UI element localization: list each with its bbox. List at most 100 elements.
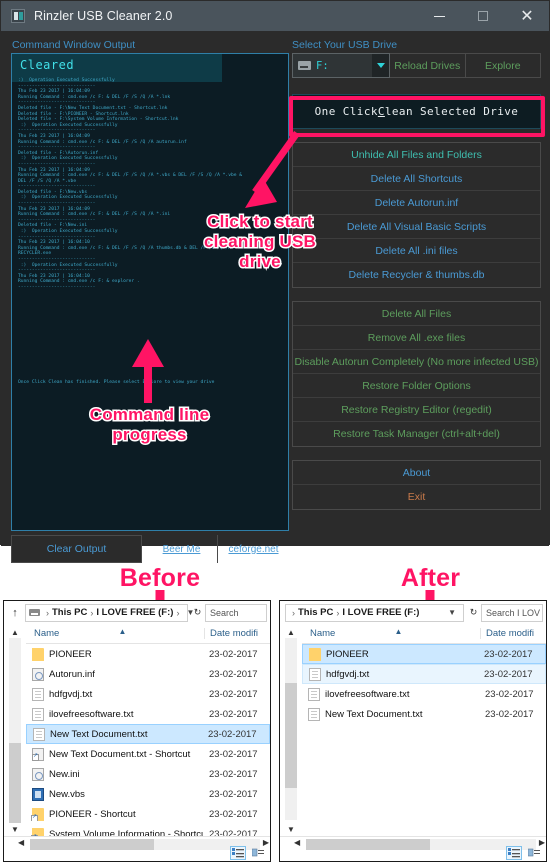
restore-task-manager-button[interactable]: Restore Task Manager (ctrl+alt+del) (293, 422, 540, 446)
nav-scroll-down-icon[interactable]: ▼ (280, 821, 302, 834)
crumb-sep-2: › (176, 607, 180, 618)
search-input-after[interactable]: Search I LOV (481, 603, 543, 622)
hscroll-thumb[interactable] (306, 839, 430, 850)
delete-all-files-button[interactable]: Delete All Files (293, 302, 540, 326)
column-header-date[interactable]: Date modifi (204, 628, 270, 639)
delete-autorun-inf-button[interactable]: Delete Autorun.inf (293, 191, 540, 215)
text-file-icon (33, 727, 45, 741)
details-view-icon[interactable] (506, 846, 522, 860)
column-header-name[interactable]: Name ▲ (302, 627, 480, 639)
table-row[interactable]: PIONEER 23-02-2017 (302, 644, 546, 664)
refresh-icon[interactable]: ↻ (466, 605, 481, 621)
clear-output-button[interactable]: Clear Output (11, 535, 142, 563)
annotation-click-to-start: Click to start cleaning USB drive (190, 211, 330, 273)
table-row[interactable]: Autorun.inf 23-02-2017 (26, 664, 270, 684)
chevron-down-icon[interactable] (372, 54, 389, 77)
nav-scroll-up-icon[interactable]: ▲ (4, 624, 26, 637)
horizontal-scrollbar-after[interactable] (306, 839, 536, 850)
file-name-cell: ilovefreesoftware.txt (302, 687, 480, 701)
up-arrow-icon[interactable]: ↑ (7, 605, 23, 621)
table-row[interactable]: New.ini 23-02-2017 (26, 764, 270, 784)
reload-drives-button[interactable]: Reload Drives (390, 53, 466, 78)
file-name-text: PIONEER - Shortcut (49, 808, 136, 820)
view-mode-icons-before (230, 846, 266, 860)
nav-scrollbar-after[interactable]: ▲ ▼ (280, 624, 302, 836)
close-button[interactable]: ✕ (505, 1, 549, 31)
table-row[interactable]: ilovefreesoftware.txt 23-02-2017 (26, 704, 270, 724)
about-button[interactable]: About (293, 461, 540, 485)
vbs-file-icon (32, 787, 44, 801)
maximize-button[interactable] (461, 1, 505, 31)
explorer-window-after: › This PC › I LOVE FREE (F:) ▼ ↻ Search … (279, 600, 547, 862)
chevron-down-icon[interactable]: ▼ (444, 608, 460, 617)
exit-button[interactable]: Exit (293, 485, 540, 509)
nav-scroll-up-icon[interactable]: ▲ (280, 624, 302, 637)
table-row[interactable]: New Text Document.txt 23-02-2017 (302, 704, 546, 724)
table-row[interactable]: PIONEER - Shortcut 23-02-2017 (26, 804, 270, 824)
table-row[interactable]: PIONEER 23-02-2017 (26, 644, 270, 664)
table-row[interactable]: New Text Document.txt - Shortcut 23-02-2… (26, 744, 270, 764)
window-title: Rinzler USB Cleaner 2.0 (34, 9, 173, 23)
table-row[interactable]: ilovefreesoftware.txt 23-02-2017 (302, 684, 546, 704)
file-name-cell: New.vbs (26, 787, 204, 801)
one-click-post: lean Selected Drive (384, 105, 519, 118)
app-window: Rinzler USB Cleaner 2.0 ✕ Command Window… (0, 0, 550, 563)
address-field-after[interactable]: › This PC › I LOVE FREE (F:) ▼ (285, 603, 464, 622)
command-output-console[interactable]: Cleared :) Operation Executed Successful… (11, 53, 289, 531)
details-view-icon[interactable] (230, 846, 246, 860)
breadcrumb-drive[interactable]: I LOVE FREE (F:) (342, 607, 419, 618)
delete-vbs-button[interactable]: Delete All Visual Basic Scripts (293, 215, 540, 239)
breadcrumb-drive[interactable]: I LOVE FREE (F:) (96, 607, 173, 618)
address-field-before[interactable]: › This PC › I LOVE FREE (F:) › ▼ (25, 603, 194, 622)
delete-recycler-thumbs-button[interactable]: Delete Recycler & thumbs.db (293, 263, 540, 287)
sourceforge-link[interactable]: ceforge.net (228, 544, 278, 555)
explorer-after-address-bar: › This PC › I LOVE FREE (F:) ▼ ↻ Search … (280, 601, 546, 624)
beer-me-cell[interactable]: Beer Me (146, 535, 217, 563)
minimize-button[interactable] (417, 1, 461, 31)
table-row[interactable]: New Text Document.txt 23-02-2017 (26, 724, 270, 744)
hscroll-thumb[interactable] (30, 839, 154, 850)
file-date-cell: 23-02-2017 (209, 708, 258, 720)
explore-button[interactable]: Explore (465, 53, 541, 78)
drive-label: Select Your USB Drive (292, 39, 398, 51)
one-click-clean-button[interactable]: One Click Clean Selected Drive (292, 94, 541, 129)
delete-all-shortcuts-button[interactable]: Delete All Shortcuts (293, 167, 540, 191)
nav-scroll-thumb[interactable] (285, 683, 297, 788)
file-name-cell: PIONEER - Shortcut (26, 807, 204, 821)
usb-drive-select[interactable]: F: (292, 53, 390, 78)
usb-drive-icon (298, 61, 311, 70)
nav-scrollbar-before[interactable]: ▲ ▼ (4, 624, 26, 836)
nav-scroll-track[interactable] (285, 638, 297, 820)
nav-scroll-down-icon[interactable]: ▼ (4, 821, 26, 834)
hscroll-left-icon[interactable]: ◀ (294, 838, 300, 847)
beer-me-link[interactable]: Beer Me (163, 544, 201, 555)
restore-registry-editor-button[interactable]: Restore Registry Editor (regedit) (293, 398, 540, 422)
column-header-date[interactable]: Date modifi (480, 628, 546, 639)
table-row[interactable]: hdfgvdj.txt 23-02-2017 (302, 664, 546, 684)
explorer-before-main: ▲ ▼ Name ▲ Date modifi PIONEER 23-02-201… (4, 624, 270, 841)
table-row[interactable]: New.vbs 23-02-2017 (26, 784, 270, 804)
breadcrumb-this-pc[interactable]: This PC (52, 607, 87, 618)
table-row[interactable]: hdfgvdj.txt 23-02-2017 (26, 684, 270, 704)
nav-scroll-track[interactable] (9, 638, 21, 823)
disable-autorun-button[interactable]: Disable Autorun Completely (No more infe… (293, 350, 540, 374)
restore-folder-options-button[interactable]: Restore Folder Options (293, 374, 540, 398)
horizontal-scrollbar-before[interactable] (30, 839, 260, 850)
remove-exe-files-button[interactable]: Remove All .exe files (293, 326, 540, 350)
refresh-icon[interactable]: ↻ (190, 605, 205, 621)
sourceforge-cell[interactable]: ceforge.net (217, 535, 289, 563)
nav-scroll-thumb[interactable] (9, 743, 21, 823)
crumb-sep-0: › (46, 607, 49, 618)
large-icons-view-icon[interactable] (250, 846, 266, 860)
delete-ini-button[interactable]: Delete All .ini files (293, 239, 540, 263)
column-header-name[interactable]: Name ▲ (26, 627, 204, 639)
large-icons-view-icon[interactable] (526, 846, 542, 860)
hscroll-left-icon[interactable]: ◀ (18, 838, 24, 847)
unhide-all-files-button[interactable]: Unhide All Files and Folders (293, 143, 540, 167)
drive-icon (29, 609, 40, 616)
breadcrumb-this-pc[interactable]: This PC (298, 607, 333, 618)
drive-selected-value: F: (316, 59, 329, 72)
sort-ascending-icon: ▲ (394, 627, 403, 636)
text-file-icon (308, 687, 320, 701)
search-input-before[interactable]: Search (205, 603, 267, 622)
